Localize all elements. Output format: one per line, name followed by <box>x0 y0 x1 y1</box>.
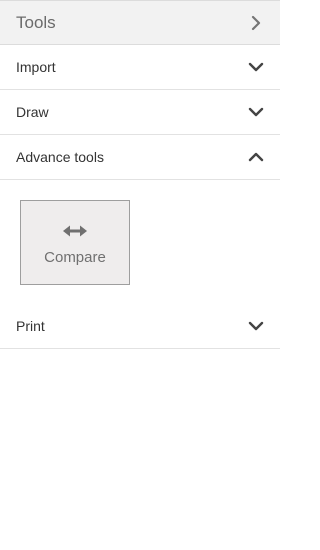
section-advance-tools[interactable]: Advance tools <box>0 135 280 180</box>
chevron-down-icon <box>248 59 264 75</box>
section-print[interactable]: Print <box>0 304 280 349</box>
tools-header[interactable]: Tools <box>0 0 280 45</box>
section-draw-label: Draw <box>16 104 49 120</box>
advance-tools-content: Compare <box>0 180 280 304</box>
tools-panel: Tools Import Draw Advance tools Compare … <box>0 0 280 550</box>
section-import[interactable]: Import <box>0 45 280 90</box>
chevron-up-icon <box>248 149 264 165</box>
chevron-down-icon <box>248 318 264 334</box>
chevron-right-icon <box>248 15 264 31</box>
section-import-label: Import <box>16 59 56 75</box>
section-draw[interactable]: Draw <box>0 90 280 135</box>
compare-button[interactable]: Compare <box>20 200 130 285</box>
section-print-label: Print <box>16 318 45 334</box>
section-advance-tools-label: Advance tools <box>16 149 104 165</box>
tools-title: Tools <box>16 12 56 32</box>
compare-label: Compare <box>44 249 106 266</box>
double-arrow-horizontal-icon <box>61 223 89 239</box>
chevron-down-icon <box>248 104 264 120</box>
